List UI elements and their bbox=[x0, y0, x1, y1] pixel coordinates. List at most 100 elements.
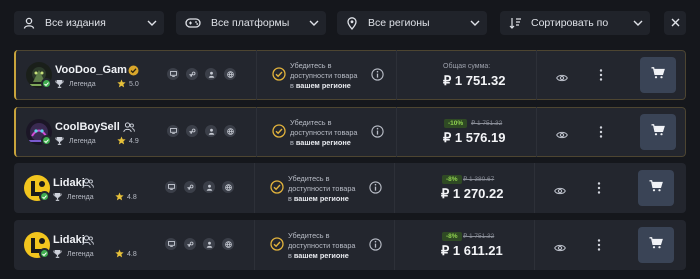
pc-icon bbox=[165, 238, 177, 250]
close-icon bbox=[671, 14, 680, 32]
more-vertical-icon[interactable] bbox=[599, 68, 605, 82]
seller-rank-label: Легенда bbox=[69, 81, 96, 88]
divider bbox=[534, 220, 535, 270]
divider bbox=[536, 107, 537, 157]
region-link[interactable]: вашем регионе bbox=[294, 251, 349, 260]
verified-icon bbox=[41, 135, 52, 146]
info-icon[interactable] bbox=[371, 125, 384, 138]
add-to-cart-button[interactable] bbox=[640, 114, 676, 150]
users-icon bbox=[123, 120, 135, 133]
platform-list bbox=[165, 238, 241, 250]
info-icon[interactable] bbox=[369, 238, 382, 251]
steam-icon bbox=[184, 238, 196, 250]
seller-name[interactable]: VooDoo_Gaming bbox=[55, 64, 127, 76]
seller-name[interactable]: Lidaki bbox=[53, 234, 85, 246]
seller-rating-value: 4.8 bbox=[127, 251, 137, 258]
clear-filters-button[interactable] bbox=[664, 11, 686, 35]
region-link[interactable]: вашем регионе bbox=[294, 194, 349, 203]
globe-icon bbox=[222, 181, 234, 193]
seller-rating: 4.9 bbox=[117, 136, 139, 147]
old-price: ₽ 1 380.67 bbox=[463, 176, 495, 183]
seller-rank: Легенда bbox=[53, 192, 94, 203]
divider bbox=[254, 220, 255, 270]
divider bbox=[254, 163, 255, 213]
trophy-icon bbox=[53, 249, 67, 260]
seller-rating: 5.0 bbox=[117, 79, 139, 90]
seller-rank-label: Легенда bbox=[67, 194, 94, 201]
filter-bar: Все издания Все платформы Все регионы Со… bbox=[14, 11, 686, 35]
more-vertical-icon[interactable] bbox=[599, 125, 605, 139]
publisher-filter[interactable]: Все издания bbox=[14, 11, 164, 35]
offer-row: CoolBoySell Легенда 4.9 Убедитесь в дост… bbox=[14, 107, 686, 157]
chevron-down-icon bbox=[629, 11, 647, 35]
user-icon bbox=[22, 16, 36, 30]
account-icon bbox=[203, 238, 215, 250]
price: ₽ 1 270.22 bbox=[441, 186, 504, 201]
add-to-cart-button[interactable] bbox=[638, 227, 674, 263]
price: ₽ 1 751.32 bbox=[443, 73, 506, 88]
seller-rating: 4.8 bbox=[115, 192, 137, 203]
seller-name[interactable]: Lidaki bbox=[53, 177, 85, 189]
star-icon bbox=[117, 79, 129, 90]
add-to-cart-button[interactable] bbox=[640, 57, 676, 93]
gold-badge-icon bbox=[128, 63, 140, 76]
account-icon bbox=[203, 181, 215, 193]
users-icon bbox=[82, 233, 94, 246]
discount-badge: -10% bbox=[444, 119, 468, 128]
region-link[interactable]: вашем регионе bbox=[296, 81, 351, 90]
divider bbox=[396, 50, 397, 100]
chevron-down-icon bbox=[466, 11, 484, 35]
globe-icon bbox=[224, 68, 236, 80]
seller-name[interactable]: CoolBoySell bbox=[55, 121, 120, 133]
offer-row: Lidaki Легенда 4.8 Убедитесь в доступнос… bbox=[14, 163, 686, 213]
info-icon[interactable] bbox=[369, 181, 382, 194]
star-icon bbox=[117, 136, 129, 147]
eye-icon[interactable] bbox=[554, 240, 566, 252]
check-circle-icon bbox=[270, 237, 284, 251]
platform-list bbox=[165, 181, 241, 193]
region-filter-label: Все регионы bbox=[368, 17, 430, 29]
platform-filter[interactable]: Все платформы bbox=[176, 11, 326, 35]
old-price: ₽ 1 751.32 bbox=[463, 233, 495, 240]
platform-filter-label: Все платформы bbox=[211, 17, 290, 29]
divider bbox=[256, 107, 257, 157]
sort-select[interactable]: Сортировать по bbox=[500, 11, 650, 35]
eye-icon[interactable] bbox=[554, 183, 566, 195]
discount-badge: -8% bbox=[442, 232, 462, 241]
divider bbox=[394, 220, 395, 270]
location-pin-icon bbox=[345, 16, 359, 30]
old-price: ₽ 1 751.32 bbox=[471, 120, 503, 127]
seller-rating-value: 5.0 bbox=[129, 81, 139, 88]
info-icon[interactable] bbox=[371, 68, 384, 81]
divider bbox=[394, 163, 395, 213]
verified-icon bbox=[39, 191, 50, 202]
trophy-icon bbox=[55, 136, 69, 147]
verified-icon bbox=[39, 248, 50, 259]
check-circle-icon bbox=[272, 124, 286, 138]
account-icon bbox=[205, 125, 217, 137]
discount-badge: -8% bbox=[442, 175, 462, 184]
eye-icon[interactable] bbox=[556, 70, 568, 82]
price-caption: Общая сумма: bbox=[443, 63, 491, 70]
pc-icon bbox=[165, 181, 177, 193]
availability-note: Убедитесь в доступности товара в вашем р… bbox=[290, 118, 358, 147]
availability-note: Убедитесь в доступности товара в вашем р… bbox=[290, 61, 358, 90]
seller-rating-value: 4.9 bbox=[129, 138, 139, 145]
eye-icon[interactable] bbox=[556, 127, 568, 139]
more-vertical-icon[interactable] bbox=[597, 238, 603, 252]
divider bbox=[534, 163, 535, 213]
more-vertical-icon[interactable] bbox=[597, 181, 603, 195]
divider bbox=[536, 50, 537, 100]
cart-icon bbox=[649, 179, 663, 197]
price: ₽ 1 611.21 bbox=[441, 243, 503, 258]
chevron-down-icon bbox=[305, 11, 323, 35]
seller-rank: Легенда bbox=[55, 79, 96, 90]
account-icon bbox=[205, 68, 217, 80]
divider bbox=[396, 107, 397, 157]
region-filter[interactable]: Все регионы bbox=[337, 11, 487, 35]
add-to-cart-button[interactable] bbox=[638, 170, 674, 206]
steam-icon bbox=[186, 125, 198, 137]
region-link[interactable]: вашем регионе bbox=[296, 138, 351, 147]
globe-icon bbox=[224, 125, 236, 137]
availability-note: Убедитесь в доступности товара в вашем р… bbox=[288, 174, 356, 203]
